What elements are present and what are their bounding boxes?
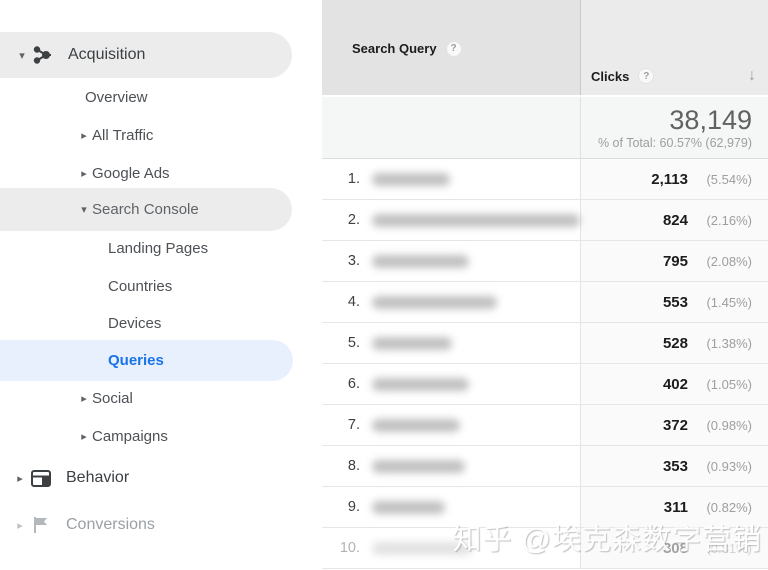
row-rank: 8. [322, 458, 360, 474]
row-rank: 10. [322, 540, 360, 556]
report-navigation-sidebar: ▾ Acquisition Overview ▸ All Traffic ▸ G… [0, 0, 322, 570]
sidebar-item-social[interactable]: ▸ Social [0, 383, 133, 413]
acquisition-icon [32, 44, 54, 66]
table-row: 8. 353 (0.93%) [322, 446, 768, 487]
table-row: 6. 402 (1.05%) [322, 364, 768, 405]
queries-report-table: Search Query ? Clicks ? ↓ 38,149 % of To… [322, 0, 768, 570]
sidebar-item-landing-pages[interactable]: Landing Pages [0, 233, 208, 263]
flag-icon [30, 514, 52, 536]
row-rank: 9. [322, 499, 360, 515]
blurred-query-text [372, 378, 469, 391]
sort-descending-icon: ↓ [748, 67, 756, 85]
chevron-right-icon: ▸ [76, 129, 92, 142]
zhihu-watermark: 知乎 @埃克森数字营销 [453, 516, 763, 558]
chevron-right-icon: ▸ [12, 519, 28, 532]
clicks-value: 402 [663, 376, 688, 393]
sidebar-item-google-ads[interactable]: ▸ Google Ads [0, 158, 170, 188]
blurred-query-text [372, 501, 445, 514]
sidebar-item-label: Social [92, 390, 133, 407]
clicks-value: 353 [663, 458, 688, 475]
sidebar-item-behavior[interactable]: ▸ Behavior [0, 463, 129, 493]
table-row: 2. 824 (2.16%) [322, 200, 768, 241]
blurred-query-text [372, 419, 460, 432]
sidebar-item-label: Behavior [66, 469, 129, 487]
summary-clicks-cell: 38,149 % of Total: 60.57% (62,979) [580, 97, 768, 158]
clicks-percent: (2.08%) [694, 254, 752, 269]
sidebar-item-label: Overview [85, 89, 148, 106]
table-header-row: Search Query ? Clicks ? ↓ [322, 0, 768, 97]
chevron-right-icon: ▸ [12, 472, 28, 485]
row-rank: 7. [322, 417, 360, 433]
table-row: 1. 2,113 (5.54%) [322, 159, 768, 200]
sidebar-item-countries[interactable]: Countries [0, 271, 172, 301]
blurred-query-text [372, 460, 465, 473]
clicks-percent: (0.93%) [694, 459, 752, 474]
blurred-query-text [372, 296, 497, 309]
row-rank: 5. [322, 335, 360, 351]
row-rank: 3. [322, 253, 360, 269]
sidebar-item-label: Queries [108, 352, 164, 369]
clicks-percent: (2.16%) [694, 213, 752, 228]
blurred-query-text [372, 214, 580, 227]
clicks-percent: (1.05%) [694, 377, 752, 392]
clicks-percent: (0.98%) [694, 418, 752, 433]
clicks-total: 38,149 [581, 105, 752, 135]
table-row: 4. 553 (1.45%) [322, 282, 768, 323]
row-rank: 6. [322, 376, 360, 392]
clicks-value: 2,113 [651, 171, 688, 188]
sidebar-item-label: Google Ads [92, 165, 170, 182]
search-query-header-label: Search Query [352, 41, 437, 56]
clicks-percent: (0.82%) [694, 500, 752, 515]
chevron-right-icon: ▸ [76, 430, 92, 443]
analytics-app: ▾ Acquisition Overview ▸ All Traffic ▸ G… [0, 0, 768, 570]
table-row: 7. 372 (0.98%) [322, 405, 768, 446]
chevron-right-icon: ▸ [76, 167, 92, 180]
table-row: 3. 795 (2.08%) [322, 241, 768, 282]
blurred-query-text [372, 255, 469, 268]
help-icon[interactable]: ? [446, 41, 462, 57]
sidebar-item-conversions[interactable]: ▸ Conversions [0, 510, 155, 540]
summary-query-cell [322, 97, 580, 158]
column-header-search-query[interactable]: Search Query ? [322, 0, 580, 95]
clicks-header-label: Clicks [591, 69, 629, 84]
sidebar-item-overview[interactable]: Overview [0, 82, 148, 112]
sidebar-item-label: Landing Pages [108, 240, 208, 257]
clicks-value: 553 [663, 294, 688, 311]
clicks-value: 372 [663, 417, 688, 434]
clicks-value: 824 [663, 212, 688, 229]
row-rank: 4. [322, 294, 360, 310]
clicks-percent-of-total: % of Total: 60.57% (62,979) [581, 136, 752, 150]
sidebar-item-devices[interactable]: Devices [0, 308, 161, 338]
sidebar-item-label: Campaigns [92, 428, 168, 445]
blurred-query-text [372, 173, 450, 186]
sidebar-item-label: Acquisition [68, 46, 145, 64]
clicks-percent: (5.54%) [694, 172, 752, 187]
sidebar-item-label: All Traffic [92, 127, 153, 144]
sidebar-item-campaigns[interactable]: ▸ Campaigns [0, 421, 168, 451]
clicks-value: 311 [664, 499, 688, 516]
clicks-value: 528 [663, 335, 688, 352]
sidebar-item-label: Devices [108, 315, 161, 332]
row-rank: 1. [322, 171, 360, 187]
table-row: 5. 528 (1.38%) [322, 323, 768, 364]
sidebar-item-queries[interactable]: Queries [0, 340, 293, 381]
blurred-query-text [372, 337, 452, 350]
sidebar-item-label: Search Console [92, 201, 199, 218]
column-header-clicks[interactable]: Clicks ? ↓ [580, 0, 768, 95]
help-icon[interactable]: ? [638, 68, 654, 84]
clicks-percent: (1.38%) [694, 336, 752, 351]
window-icon [30, 467, 52, 489]
clicks-value: 795 [663, 253, 688, 270]
table-summary-row: 38,149 % of Total: 60.57% (62,979) [322, 97, 768, 159]
sidebar-item-all-traffic[interactable]: ▸ All Traffic [0, 120, 153, 150]
clicks-percent: (1.45%) [694, 295, 752, 310]
chevron-down-icon: ▾ [76, 203, 92, 216]
sidebar-item-search-console[interactable]: ▾ Search Console [0, 188, 292, 231]
sidebar-item-label: Countries [108, 278, 172, 295]
row-rank: 2. [322, 212, 360, 228]
sidebar-item-label: Conversions [66, 516, 155, 534]
sidebar-item-acquisition[interactable]: ▾ Acquisition [0, 32, 292, 78]
chevron-down-icon: ▾ [14, 49, 30, 62]
chevron-right-icon: ▸ [76, 392, 92, 405]
